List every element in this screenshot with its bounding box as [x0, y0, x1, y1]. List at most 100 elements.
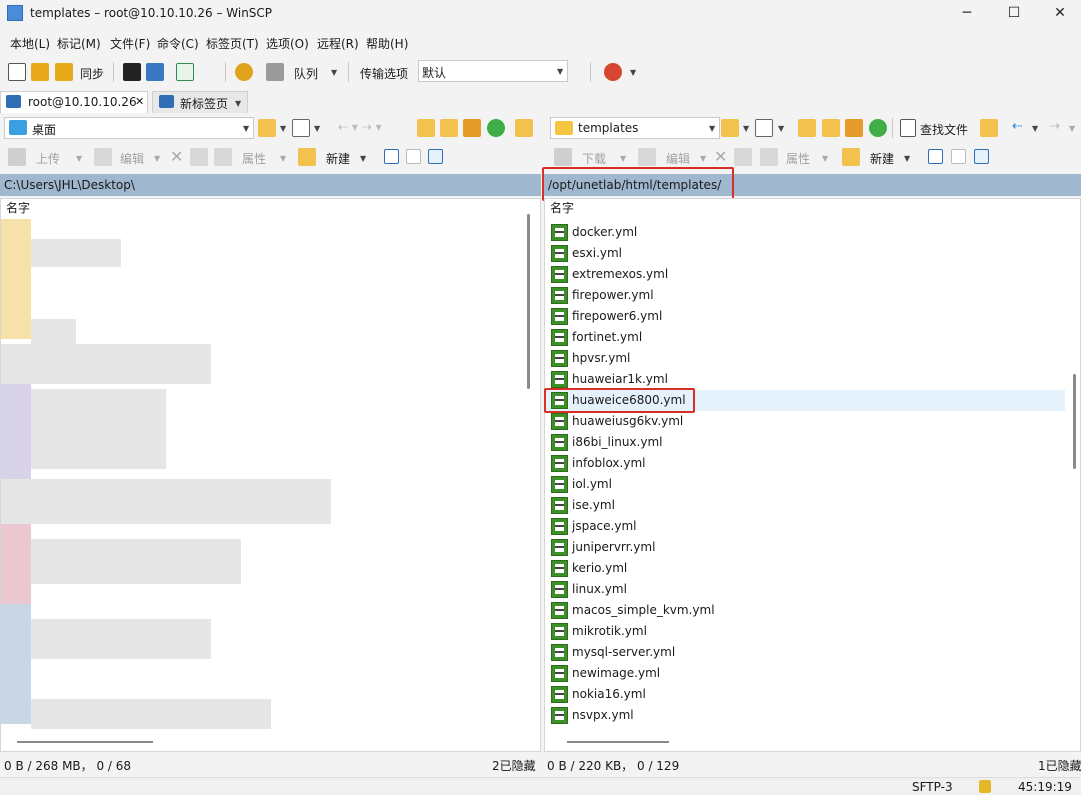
chevron-down-icon[interactable]: ▼ — [620, 154, 626, 163]
home-icon[interactable] — [845, 119, 863, 137]
file-row[interactable]: fortinet.yml — [551, 327, 1061, 348]
sync-browse-icon[interactable] — [31, 63, 49, 81]
chevron-down-icon[interactable]: ▼ — [778, 124, 784, 133]
transfer-preset-select[interactable]: 默认 ▼ — [418, 60, 568, 82]
chevron-down-icon[interactable]: ▼ — [630, 68, 636, 77]
filter-icon[interactable] — [755, 119, 773, 137]
left-location-select[interactable]: 桌面 ▼ — [4, 117, 254, 139]
upload-icon[interactable] — [8, 148, 26, 166]
menu-help[interactable]: 帮助(H) — [366, 35, 408, 52]
upload-button[interactable]: 上传 — [36, 150, 60, 167]
properties-button[interactable]: 属性 — [242, 150, 266, 167]
chevron-down-icon[interactable]: ▼ — [280, 124, 286, 133]
sync-label[interactable]: 同步 — [80, 65, 104, 82]
left-horizontal-scrollbar[interactable] — [17, 741, 153, 743]
chevron-down-icon[interactable]: ▼ — [700, 154, 706, 163]
tree-icon[interactable] — [515, 119, 533, 137]
filter-select-icon[interactable] — [974, 149, 989, 164]
edit-button[interactable]: 编辑 — [666, 150, 690, 167]
new-folder-icon[interactable] — [298, 148, 316, 166]
right-file-list[interactable]: 名字 docker.yml esxi.yml extremexos.yml firep… — [544, 198, 1081, 752]
chevron-down-icon[interactable]: ▼ — [331, 68, 337, 77]
rename-icon[interactable] — [190, 148, 208, 166]
parent-dir-icon[interactable] — [417, 119, 435, 137]
chevron-down-icon[interactable]: ▼ — [76, 154, 82, 163]
delete-icon[interactable]: ✕ — [170, 147, 183, 166]
tab-session[interactable]: root@10.10.10.26 ✕ — [0, 91, 148, 113]
file-row[interactable]: docker.yml — [551, 222, 1061, 243]
file-row[interactable]: linux.yml — [551, 579, 1061, 600]
download-button[interactable]: 下载 — [582, 150, 606, 167]
open-folder-icon[interactable] — [258, 119, 276, 137]
chevron-down-icon[interactable]: ▼ — [904, 154, 910, 163]
file-row[interactable]: huaweiar1k.yml — [551, 369, 1061, 390]
menu-local[interactable]: 本地(L) — [10, 35, 50, 52]
chevron-down-icon[interactable]: ▼ — [822, 154, 828, 163]
queue-label[interactable]: 队列 — [294, 65, 318, 82]
putty-icon[interactable] — [146, 63, 164, 81]
edit-button[interactable]: 编辑 — [120, 150, 144, 167]
menu-options[interactable]: 选项(O) — [266, 35, 309, 52]
right-location-select[interactable]: templates ▼ — [550, 117, 720, 139]
download-icon[interactable] — [554, 148, 572, 166]
file-row[interactable]: nokia16.yml — [551, 684, 1061, 705]
refresh-icon[interactable] — [487, 119, 505, 137]
properties-button[interactable]: 属性 — [786, 150, 810, 167]
left-path-bar[interactable]: C:\Users\JHL\Desktop\ — [0, 174, 541, 196]
file-row[interactable]: firepower.yml — [551, 285, 1061, 306]
preferences-gear-icon[interactable] — [235, 63, 253, 81]
new-button[interactable]: 新建 — [870, 150, 894, 167]
root-dir-icon[interactable] — [822, 119, 840, 137]
file-row[interactable]: hpvsr.yml — [551, 348, 1061, 369]
compare-dirs-icon[interactable] — [8, 63, 26, 81]
tab-close-icon[interactable]: ✕ — [135, 95, 144, 108]
menu-mark[interactable]: 标记(M) — [57, 35, 101, 52]
filter-icon[interactable] — [292, 119, 310, 137]
select-plus-icon[interactable] — [384, 149, 399, 164]
file-row[interactable]: macos_simple_kvm.yml — [551, 600, 1061, 621]
properties-icon[interactable] — [760, 148, 778, 166]
minimize-button[interactable]: ─ — [944, 0, 990, 28]
close-button[interactable]: ✕ — [1037, 0, 1081, 28]
file-row[interactable]: jspace.yml — [551, 516, 1061, 537]
select-plus-icon[interactable] — [928, 149, 943, 164]
menu-command[interactable]: 命令(C) — [157, 35, 199, 52]
file-row[interactable]: mikrotik.yml — [551, 621, 1061, 642]
new-button[interactable]: 新建 — [326, 150, 350, 167]
right-vertical-scrollbar[interactable] — [1073, 374, 1076, 469]
back-icon[interactable]: ⇠ — [1012, 119, 1023, 134]
find-files-icon[interactable] — [900, 119, 916, 137]
file-row[interactable]: huaweiusg6kv.yml — [551, 411, 1061, 432]
select-minus-icon[interactable] — [406, 149, 421, 164]
chevron-down-icon[interactable]: ▼ — [1032, 124, 1038, 133]
tab-new[interactable]: 新标签页 ▼ — [152, 91, 248, 113]
chevron-down-icon[interactable]: ▼ — [314, 124, 320, 133]
name-column-header[interactable]: 名字 — [545, 199, 574, 217]
tree-icon[interactable] — [980, 119, 998, 137]
select-minus-icon[interactable] — [951, 149, 966, 164]
forward-icon[interactable]: ⇢ — [1049, 119, 1060, 134]
file-row[interactable]: infoblox.yml — [551, 453, 1061, 474]
terminal-icon[interactable] — [123, 63, 141, 81]
chevron-down-icon[interactable]: ▼ — [280, 154, 286, 163]
file-row[interactable]: i86bi_linux.yml — [551, 432, 1061, 453]
chevron-down-icon[interactable]: ▼ — [360, 154, 366, 163]
sync-icon[interactable] — [55, 63, 73, 81]
right-horizontal-scrollbar[interactable] — [567, 741, 669, 743]
file-row[interactable]: mysql-server.yml — [551, 642, 1061, 663]
refresh-icon[interactable] — [869, 119, 887, 137]
file-row[interactable]: ise.yml — [551, 495, 1061, 516]
back-icon[interactable]: ⇠ ▾ ⇢ ▾ — [338, 120, 382, 134]
menu-file[interactable]: 文件(F) — [110, 35, 150, 52]
file-row[interactable]: nsvpx.yml — [551, 705, 1061, 726]
file-row[interactable]: kerio.yml — [551, 558, 1061, 579]
find-files-button[interactable]: 查找文件 — [920, 121, 968, 138]
parent-dir-icon[interactable] — [798, 119, 816, 137]
sync-status-icon[interactable] — [604, 63, 622, 81]
menu-tabs[interactable]: 标签页(T) — [206, 35, 259, 52]
root-dir-icon[interactable] — [440, 119, 458, 137]
refresh-session-icon[interactable] — [176, 63, 194, 81]
chevron-down-icon[interactable]: ▼ — [743, 124, 749, 133]
maximize-button[interactable]: ☐ — [991, 0, 1037, 28]
new-folder-icon[interactable] — [842, 148, 860, 166]
